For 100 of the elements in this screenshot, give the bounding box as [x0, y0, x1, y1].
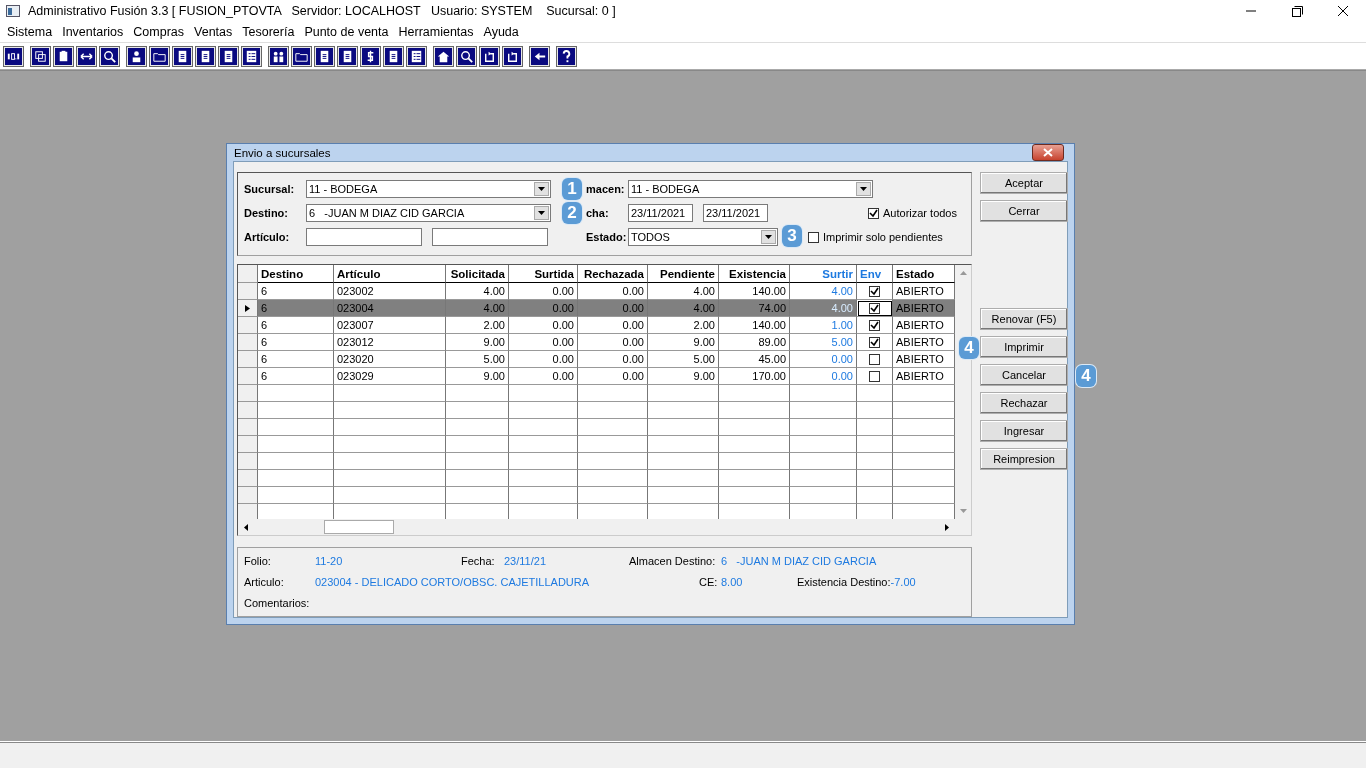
scrollbar-thumb[interactable]: [324, 520, 394, 534]
close-button[interactable]: [1032, 144, 1064, 161]
table-cell: [446, 470, 509, 487]
field-label: Estado:: [586, 231, 627, 243]
table-cell: [790, 385, 857, 402]
dropdown-arrow-icon[interactable]: [538, 187, 545, 191]
table-cell: [648, 470, 719, 487]
table-cell: 023004: [334, 300, 446, 317]
dropdown-field[interactable]: TODOS: [628, 228, 778, 246]
menu-item[interactable]: Ventas: [189, 25, 238, 39]
dialog-button[interactable]: Cerrar: [980, 200, 1068, 222]
table-cell: [857, 419, 893, 436]
horizontal-scrollbar[interactable]: [238, 519, 955, 535]
toolbar-button[interactable]: [195, 45, 216, 67]
column-header[interactable]: Destino: [258, 265, 334, 283]
table-cell: 6: [258, 317, 334, 334]
table-cell: [446, 385, 509, 402]
toolbar-button[interactable]: [337, 45, 358, 67]
dropdown-field[interactable]: 6 -JUAN M DIAZ CID GARCIA: [306, 204, 551, 222]
checkbox[interactable]: [868, 207, 879, 219]
table-cell: [509, 470, 578, 487]
menu-item[interactable]: Inventarios: [57, 25, 129, 39]
menu-item[interactable]: Herramientas: [393, 25, 479, 39]
checkbox[interactable]: [869, 319, 880, 331]
dialog-button[interactable]: Reimpresion: [980, 448, 1068, 470]
menu-item[interactable]: Tesorería: [237, 25, 300, 39]
toolbar-button[interactable]: [556, 45, 577, 67]
input-field[interactable]: [432, 228, 548, 246]
dropdown-arrow-icon[interactable]: [765, 235, 772, 239]
toolbar-button[interactable]: [3, 45, 24, 67]
dropdown-field[interactable]: 11 - BODEGA: [306, 180, 551, 198]
toolbar-button[interactable]: [456, 45, 477, 67]
table-cell: [648, 385, 719, 402]
toolbar-button[interactable]: [291, 45, 312, 67]
checkbox[interactable]: [869, 336, 880, 348]
dialog-button[interactable]: Ingresar: [980, 420, 1068, 442]
dialog-button[interactable]: Rechazar: [980, 392, 1068, 414]
checkbox[interactable]: [869, 285, 880, 297]
dialog-button[interactable]: Renovar (F5): [980, 308, 1068, 330]
number-badge: 3: [782, 225, 802, 247]
window-title: Administrativo Fusión 3.3 [ FUSION_PTOVTA Servidor: LOCALHOST Usuario: SYSTEM Sucursal: 0 ]: [28, 4, 617, 18]
checkbox[interactable]: [869, 370, 880, 382]
menu-item[interactable]: Punto de venta: [299, 25, 394, 39]
table-cell: [648, 419, 719, 436]
toolbar-button[interactable]: [314, 45, 335, 67]
column-header[interactable]: Surtida: [509, 265, 578, 283]
info-label: Almacen Destino:: [629, 555, 717, 568]
toolbar-button[interactable]: [76, 45, 97, 67]
column-header[interactable]: Env: [857, 265, 893, 283]
checkbox[interactable]: [869, 353, 880, 365]
grid-corner[interactable]: [238, 265, 258, 283]
dropdown-field[interactable]: 11 - BODEGA: [628, 180, 873, 198]
toolbar-button[interactable]: [502, 45, 523, 67]
dialog-button[interactable]: Aceptar: [980, 172, 1068, 194]
table-cell: 0.00: [509, 317, 578, 334]
checkbox[interactable]: [808, 231, 819, 243]
table-cell: [648, 402, 719, 419]
toolbar-button[interactable]: [479, 45, 500, 67]
toolbar-button[interactable]: [149, 45, 170, 67]
toolbar-button[interactable]: [360, 45, 381, 67]
table-cell: [857, 487, 893, 504]
table-cell: 0.00: [509, 300, 578, 317]
date-field[interactable]: 23/11/2021: [628, 204, 693, 222]
column-header[interactable]: Estado: [893, 265, 955, 283]
toolbar-button[interactable]: [383, 45, 404, 67]
menu-item[interactable]: Compras: [128, 25, 190, 39]
dropdown-arrow-icon[interactable]: [860, 187, 867, 191]
checkbox[interactable]: [869, 302, 880, 314]
table-cell: [857, 436, 893, 453]
toolbar-button[interactable]: [126, 45, 147, 67]
scroll-left-icon[interactable]: [244, 523, 248, 531]
input-field[interactable]: [306, 228, 422, 246]
date-field[interactable]: 23/11/2021: [703, 204, 768, 222]
toolbar-button[interactable]: [241, 45, 262, 67]
column-header[interactable]: Pendiente: [648, 265, 719, 283]
toolbar-button[interactable]: [268, 45, 289, 67]
column-header[interactable]: Solicitada: [446, 265, 509, 283]
row-header[interactable]: [238, 300, 258, 317]
menu-item[interactable]: Sistema: [2, 25, 58, 39]
toolbar-button[interactable]: [30, 45, 51, 67]
dropdown-arrow-icon[interactable]: [538, 211, 545, 215]
column-header[interactable]: Rechazada: [578, 265, 648, 283]
toolbar-button[interactable]: [406, 45, 427, 67]
toolbar-button[interactable]: [218, 45, 239, 67]
toolbar-button[interactable]: [53, 45, 74, 67]
menu-item[interactable]: Ayuda: [478, 25, 524, 39]
info-label: Existencia Destino:: [797, 576, 891, 588]
toolbar-button[interactable]: [433, 45, 454, 67]
info-value: 8.00: [721, 576, 744, 588]
toolbar-button[interactable]: [529, 45, 550, 67]
table-cell: 4.00: [648, 300, 719, 317]
column-header[interactable]: Existencia: [719, 265, 790, 283]
toolbar-button[interactable]: [99, 45, 120, 67]
table-cell: [446, 419, 509, 436]
column-header[interactable]: Artículo: [334, 265, 446, 283]
table-cell: 023007: [334, 317, 446, 334]
table-cell: 2.00: [446, 317, 509, 334]
scroll-right-icon[interactable]: [945, 523, 949, 531]
column-header[interactable]: Surtir: [790, 265, 857, 283]
toolbar-button[interactable]: [172, 45, 193, 67]
